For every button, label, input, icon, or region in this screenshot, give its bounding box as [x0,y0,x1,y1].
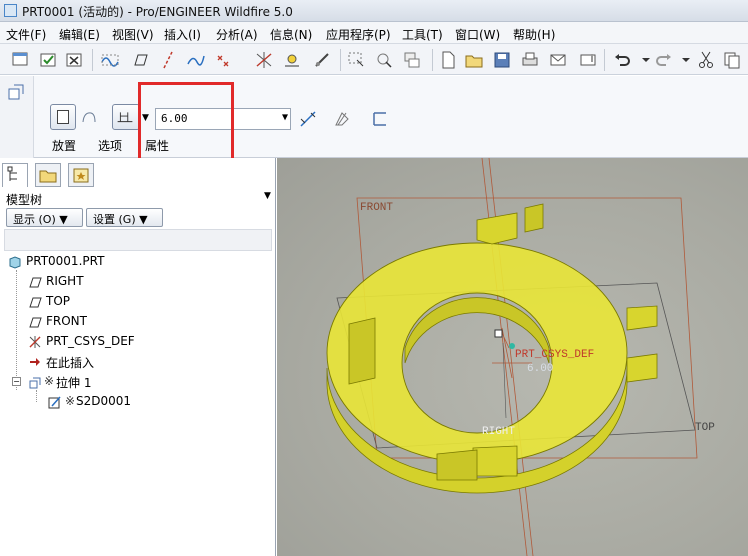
menu-edit[interactable]: 编辑(E) [59,26,100,43]
main-toolbar [0,44,748,75]
redo-dropdown-icon[interactable] [676,50,696,70]
app-icon [4,4,17,17]
depth-dimension-label[interactable]: 6.00 [527,363,553,375]
tree-item-extrude[interactable]: 拉伸 1 [56,374,91,391]
selection-filter-icon[interactable] [346,50,366,70]
select-mode-icon[interactable] [402,50,422,70]
settings-button-shortcut: (G) [118,213,136,226]
show-button-label: 显示 [13,213,35,226]
panel-menu-dropdown-icon[interactable]: ▼ [264,191,271,201]
csys-label: PRT_CSYS_DEF [515,349,594,361]
settings-button[interactable]: 设置 (G) ▼ [86,208,163,227]
tree-item-front[interactable]: FRONT [46,314,87,328]
open-file-icon[interactable] [464,50,484,70]
model-tree-title: 模型树 [6,193,43,207]
title-bar: PRT0001 (活动的) - Pro/ENGINEER Wildfire 5.… [0,0,748,22]
front-plane-label: FRONT [360,202,393,214]
window-icon[interactable] [10,50,30,70]
datum-curve-icon[interactable] [186,50,206,70]
flip-direction-icon[interactable] [298,109,318,129]
remove-material-icon[interactable] [332,109,352,129]
menu-file[interactable]: 文件(F) [6,26,46,43]
extrude-feature-icon [28,375,42,389]
datum-plane-icon [28,295,42,309]
new-file-icon[interactable] [438,50,458,70]
menu-help[interactable]: 帮助(H) [513,26,555,43]
undo-icon[interactable] [612,50,632,70]
menu-tools[interactable]: 工具(T) [402,26,443,43]
tree-item-right[interactable]: RIGHT [46,274,84,288]
dashboard-mode-icon[interactable] [6,82,26,102]
model-tree-columns-bar [4,229,272,251]
query-select-icon[interactable] [374,50,394,70]
solid-toggle-button[interactable] [50,104,76,130]
datum-axis-icon[interactable] [158,50,178,70]
coordinate-system-icon [28,335,42,349]
tree-guide-line [36,390,37,402]
tab-options[interactable]: 选项 [98,137,122,154]
tree-item-sketch[interactable]: S2D0001 [76,394,131,408]
part-model: PRT_CSYS_DEF 6.00 FRONT TOP RIGHT [326,158,715,556]
print-icon[interactable] [520,50,540,70]
show-button[interactable]: 显示 (O) ▼ [6,208,83,227]
csys-origin-marker [494,329,503,338]
menu-info[interactable]: 信息(N) [270,26,312,43]
menu-analysis[interactable]: 分析(A) [216,26,258,43]
tab-folder-browser[interactable] [35,163,61,187]
new-feature-marker: ※ [44,374,55,388]
tab-placement[interactable]: 放置 [52,137,76,154]
datum-plane-icon [28,275,42,289]
show-button-shortcut: (O) [38,213,56,226]
datum-point-icon[interactable] [214,50,234,70]
depth-options-button[interactable] [112,104,140,130]
tree-item-insert-here[interactable]: 在此插入 [46,354,94,371]
menu-window[interactable]: 窗口(W) [455,26,500,43]
thicken-sketch-icon[interactable] [370,109,390,129]
menu-view[interactable]: 视图(V) [112,26,154,43]
tab-model-tree[interactable] [2,163,28,187]
sketch-icon [48,395,62,409]
window-title: PRT0001 (活动的) - Pro/ENGINEER Wildfire 5.… [22,5,293,19]
menu-applications[interactable]: 应用程序(P) [326,26,391,43]
copy-icon[interactable] [722,50,742,70]
tree-item-top[interactable]: TOP [46,294,70,308]
top-plane-label: TOP [695,422,715,434]
tab-favorites[interactable] [68,163,94,187]
graphics-viewport[interactable]: PRT_CSYS_DEF 6.00 FRONT TOP RIGHT [277,158,748,556]
menu-insert[interactable]: 插入(I) [164,26,201,43]
tree-root-part[interactable]: PRT0001.PRT [26,254,104,268]
redo-icon[interactable] [654,50,674,70]
new-feature-marker: ※ [65,394,76,408]
depth-dropdown-icon[interactable]: ▼ [282,112,288,123]
part-icon [8,255,22,269]
datum-display-icon[interactable] [100,50,120,70]
analysis-icon[interactable] [282,50,302,70]
insert-here-arrow-icon [28,355,42,369]
highlight-box [138,82,234,164]
undo-dropdown-icon[interactable] [636,50,656,70]
datum-plane-icon[interactable] [130,50,150,70]
surface-toggle-icon[interactable] [79,108,99,128]
mail-attachment-icon[interactable] [578,50,598,70]
right-plane-label: RIGHT [482,426,515,438]
tree-guide-line [16,270,17,390]
send-mail-icon[interactable] [548,50,568,70]
activate-window-icon[interactable] [38,50,58,70]
dashboard-left-strip [0,76,34,158]
tree-item-csys[interactable]: PRT_CSYS_DEF [46,334,135,348]
cut-icon[interactable] [696,50,716,70]
save-icon[interactable] [492,50,512,70]
settings-button-label: 设置 [93,213,115,226]
close-window-icon[interactable] [64,50,84,70]
datum-csys-icon[interactable] [254,50,274,70]
collapse-toggle-icon[interactable]: − [12,377,21,386]
sketch-tool-icon[interactable] [312,50,332,70]
datum-plane-icon [28,315,42,329]
menu-bar: 文件(F) 编辑(E) 视图(V) 插入(I) 分析(A) 信息(N) 应用程序… [0,22,748,44]
